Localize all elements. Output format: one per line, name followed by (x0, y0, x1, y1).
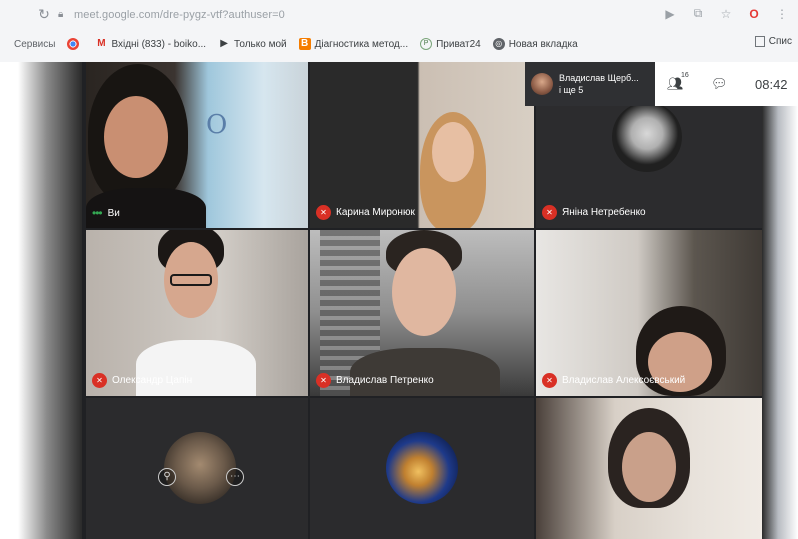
blogger-icon: B (298, 38, 311, 50)
glasses-shape (170, 274, 212, 286)
chrome-icon (67, 38, 80, 50)
video-tile-9[interactable] (536, 398, 762, 539)
chat-icon: 💬︎ (711, 76, 728, 91)
address-bar-row: ↻ 🔒︎ meet.google.com/dre-pygz-vtf?authus… (0, 0, 798, 30)
mic-off-icon: ✕ (542, 373, 557, 388)
more-options-icon[interactable]: ⋯ (226, 468, 244, 486)
participant-face (392, 248, 456, 336)
presenter-name: Владислав Щерб... (559, 73, 639, 83)
participant-avatar (612, 102, 682, 172)
participant-body (350, 348, 500, 396)
video-tile-karina[interactable]: ✕ Карина Миронюк (310, 62, 534, 228)
video-tile-8[interactable] (310, 398, 534, 539)
bookmark-only-mine[interactable]: ▶ Только мой (218, 38, 287, 50)
presenter-more: і ще 5 (559, 85, 584, 95)
speaking-indicator-icon: ••• (92, 206, 103, 220)
tile-name-vladyslav-a: ✕ Владислав Алексоєвський (542, 373, 685, 388)
tile-name-yanina: ✕ Яніна Нетребенко (542, 205, 646, 220)
translate-icon[interactable]: ⧉ (692, 6, 704, 21)
url-text[interactable]: meet.google.com/dre-pygz-vtf?authuser=0 (74, 9, 285, 21)
bookmark-privat24-label: Приват24 (436, 38, 481, 50)
reading-list[interactable]: Спис (754, 36, 792, 47)
bookmark-apps-label: Сервисы (14, 38, 56, 50)
whiteboard-writing: O (206, 110, 228, 140)
bookmark-diagnostics-label: Діагностика метод... (314, 38, 409, 50)
bookmark-new-tab-label: Новая вкладка (508, 38, 578, 50)
participant-avatar (164, 432, 236, 504)
video-tile-vladyslav-a[interactable]: ✕ Владислав Алексоєвський (536, 230, 762, 396)
chat-button[interactable]: 💬︎ (711, 76, 733, 92)
opera-icon[interactable]: O (748, 7, 760, 21)
star-icon[interactable]: ☆ (720, 7, 732, 21)
globe-icon: ◎ (492, 38, 505, 50)
mic-off-icon: ✕ (92, 373, 107, 388)
privat-icon: P (420, 38, 433, 50)
reload-icon[interactable]: ↻ (36, 6, 52, 22)
mic-off-icon: ✕ (316, 205, 331, 220)
address-bar-icons: ▶ ⧉ ☆ O ⋮ (664, 6, 788, 21)
bookmark-new-tab[interactable]: ◎ Новая вкладка (492, 38, 578, 50)
lock-icon: 🔒︎ (58, 9, 64, 20)
meet-grid: O ••• Ви ✕ Карина Миронюк ✕ Яніна Нетреб… (82, 62, 762, 539)
participant-face (432, 122, 474, 182)
bookmark-apps[interactable]: Сервисы (14, 39, 55, 50)
participants-count: 16 (681, 72, 689, 79)
tile-name-self: ••• Ви (92, 206, 120, 220)
bookmark-diagnostics[interactable]: B Діагностика метод... (298, 38, 409, 50)
photo-edge-left (18, 62, 82, 539)
reading-list-label: Спис (768, 36, 792, 47)
bookmark-privat24[interactable]: P Приват24 (420, 38, 481, 50)
tile-name-karina: ✕ Карина Миронюк (316, 205, 415, 220)
participant-face (622, 432, 676, 502)
browser-chrome: ↻ 🔒︎ meet.google.com/dre-pygz-vtf?authus… (0, 0, 798, 62)
bookmarks-bar: Сервисы M Вхідні (833) - boiko... ▶ Толь… (0, 32, 798, 56)
participants-button[interactable]: 👥︎ 16 (667, 72, 689, 92)
bookmark-gmail[interactable]: M Вхідні (833) - boiko... (95, 38, 206, 50)
bookmark-chrome[interactable] (67, 38, 83, 50)
video-tile-7[interactable]: ⚲ ⋯ (86, 398, 308, 539)
mic-off-icon: ✕ (542, 205, 557, 220)
video-tile-self[interactable]: O ••• Ви (86, 62, 308, 228)
tile-name-oleksandr: ✕ Олександр Цапін (92, 373, 192, 388)
cast-icon[interactable]: ▶ (664, 7, 676, 21)
menu-icon[interactable]: ⋮ (776, 7, 788, 21)
play-icon: ▶ (220, 38, 228, 49)
bookmark-gmail-label: Вхідні (833) - boiko... (111, 38, 207, 50)
participant-face (104, 96, 168, 178)
presenter-chip[interactable]: Владислав Щерб... і ще 5 (525, 62, 655, 106)
meeting-controls: 👥︎ 16 💬︎ 08:42 (655, 62, 798, 106)
video-tile-vladyslav-p[interactable]: ✕ Владислав Петренко (310, 230, 534, 396)
presenter-avatar (531, 73, 553, 95)
list-icon (754, 36, 765, 47)
pin-icon[interactable]: ⚲ (158, 468, 176, 486)
mic-off-icon: ✕ (316, 373, 331, 388)
gmail-icon: M (97, 38, 106, 49)
participant-avatar (386, 432, 458, 504)
photo-edge-right (762, 62, 798, 539)
bookmark-only-mine-label: Только мой (234, 38, 287, 50)
clock-time: 08:42 (755, 76, 788, 92)
tile-name-vladyslav-p: ✕ Владислав Петренко (316, 373, 434, 388)
video-tile-oleksandr[interactable]: ✕ Олександр Цапін (86, 230, 308, 396)
